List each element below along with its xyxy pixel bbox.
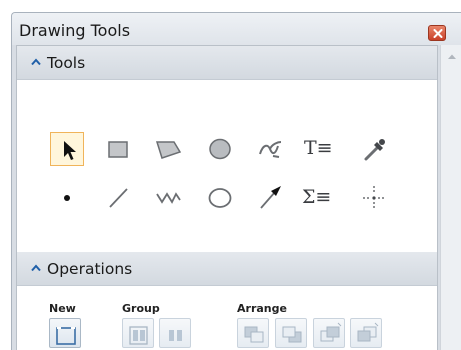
equation-tool-button[interactable]: Σ≡	[300, 180, 340, 214]
ungroup-icon	[169, 330, 182, 341]
group-icon	[129, 326, 148, 345]
sigma-icon: Σ≡	[302, 186, 332, 208]
operations-section-header[interactable]: Operations	[17, 252, 437, 286]
text-tool-button[interactable]: T≡	[300, 132, 340, 166]
bring-to-front-button[interactable]	[237, 318, 269, 348]
chevron-up-icon	[31, 264, 41, 272]
arrange-group-label: Arrange	[237, 302, 287, 315]
ellipse-outline-tool-button[interactable]	[203, 180, 237, 214]
filled-ellipse-icon	[209, 138, 231, 160]
polygon-icon	[155, 141, 182, 159]
bring-forward-icon	[320, 322, 342, 342]
bring-to-front-icon	[244, 326, 264, 343]
polygon-tool-button[interactable]	[151, 132, 185, 166]
send-backward-button[interactable]	[350, 318, 382, 348]
line-icon	[109, 188, 128, 208]
polyline-icon	[156, 192, 181, 204]
eyedropper-icon	[364, 139, 385, 161]
tools-section-label: Tools	[47, 54, 86, 72]
title-bar[interactable]: Drawing Tools	[12, 13, 461, 45]
text-icon: T≡	[304, 137, 333, 159]
select-tool-button[interactable]	[50, 132, 84, 166]
rectangle-icon	[108, 141, 128, 158]
window-title: Drawing Tools	[19, 21, 131, 40]
ungroup-button[interactable]	[159, 318, 191, 348]
new-group-label: New	[49, 302, 76, 315]
rectangle-tool-button[interactable]	[101, 132, 135, 166]
freehand-icon	[259, 141, 282, 158]
crosshair-icon	[363, 186, 385, 210]
close-button[interactable]	[428, 25, 446, 41]
new-canvas-icon	[56, 327, 76, 345]
crosshair-tool-button[interactable]	[357, 180, 391, 214]
freehand-tool-button[interactable]	[253, 132, 287, 166]
point-icon	[64, 195, 70, 201]
new-canvas-button[interactable]	[49, 318, 81, 348]
point-tool-button[interactable]	[50, 180, 84, 214]
bring-forward-button[interactable]	[313, 318, 345, 348]
arrow-line-icon	[260, 186, 281, 209]
line-tool-button[interactable]	[101, 180, 135, 214]
group-button[interactable]	[122, 318, 154, 348]
group-group-label: Group	[122, 302, 160, 315]
filled-ellipse-tool-button[interactable]	[203, 132, 237, 166]
send-to-back-icon	[282, 326, 302, 343]
tools-section-header[interactable]: Tools	[17, 46, 437, 80]
arrow-tool-button[interactable]	[253, 180, 287, 214]
eyedropper-tool-button[interactable]	[357, 132, 391, 166]
send-to-back-button[interactable]	[275, 318, 307, 348]
arrow-pointer-icon	[64, 141, 76, 160]
operations-section-label: Operations	[47, 260, 133, 278]
vertical-scrollbar[interactable]	[440, 45, 461, 350]
scroll-up-icon[interactable]	[447, 53, 457, 60]
close-icon	[433, 29, 443, 38]
chevron-up-icon	[31, 58, 41, 66]
polyline-tool-button[interactable]	[151, 180, 185, 214]
send-backward-icon	[357, 322, 379, 342]
ellipse-outline-icon	[208, 188, 232, 208]
tools-panel: Tools T≡ Σ≡ Operations New Group Arrange	[16, 45, 438, 350]
drawing-tools-window: Drawing Tools Tools T≡ Σ≡ Operations New…	[11, 12, 461, 350]
